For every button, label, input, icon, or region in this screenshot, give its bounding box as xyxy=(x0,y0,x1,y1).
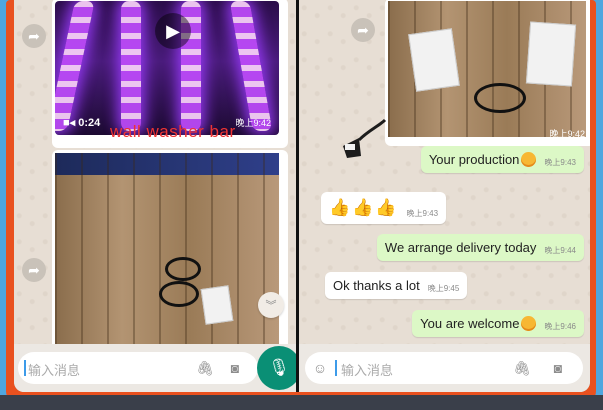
message-text: Ok thanks a lot xyxy=(333,278,420,293)
camera-icon[interactable]: ◙ xyxy=(226,359,244,377)
cable-sticker xyxy=(339,116,387,160)
video-duration: ■◂ 0:24 xyxy=(63,117,101,129)
message-time: 晚上9:44 xyxy=(544,246,576,255)
message-input-bar: 输入消息 🖇 ◙ 🎙 xyxy=(14,344,296,392)
camera-icon[interactable]: ◙ xyxy=(549,359,567,377)
message-text: 👍👍👍 xyxy=(329,198,399,217)
message-input-bar: ☺ 输入消息 🖇 ◙ 🎙 xyxy=(299,344,590,392)
forward-icon[interactable]: ➦ xyxy=(22,258,46,282)
message-time: 晚上9:45 xyxy=(427,284,460,293)
packaging-photo[interactable] xyxy=(388,1,586,137)
message-time: 晚上9:46 xyxy=(544,322,576,331)
message-time: 晚上9:43 xyxy=(406,209,439,218)
forward-icon[interactable]: ➦ xyxy=(351,18,375,42)
message-time: 晚上9:42 xyxy=(549,129,585,139)
double-chevron-down-icon[interactable]: ︾ xyxy=(258,292,284,318)
chat-message-outgoing: You are welcome 晚上9:46 xyxy=(412,310,584,337)
smiley-emoji-icon xyxy=(521,152,537,167)
message-text: You are welcome xyxy=(420,316,537,331)
microphone-icon[interactable]: 🎙 xyxy=(257,346,296,390)
message-input[interactable]: 输入消息 🖇 ◙ xyxy=(18,352,258,384)
right-chat-pane: ➦ 晚上9:42 Your production 晚上9:43 👍👍👍 晚上9:… xyxy=(299,0,590,392)
boxes-photo[interactable] xyxy=(55,153,279,347)
left-chat-pane: ➦ ➦ ▶ ■◂ 0:24 晚上9:42 wall washer bar ︾ 输… xyxy=(14,0,296,392)
bottom-bezel xyxy=(0,395,603,410)
video-camera-icon: ■◂ xyxy=(63,117,76,129)
chat-message-incoming: 👍👍👍 晚上9:43 xyxy=(321,192,447,224)
chat-message-outgoing: We arrange delivery today 晚上9:44 xyxy=(376,234,584,261)
video-thumbnail[interactable]: ▶ ■◂ 0:24 晚上9:42 xyxy=(55,1,279,135)
play-icon[interactable]: ▶ xyxy=(155,13,191,49)
message-text: We arrange delivery today xyxy=(384,240,537,255)
message-text: Your production xyxy=(429,152,537,167)
forward-icon[interactable]: ➦ xyxy=(22,24,46,48)
paperclip-icon[interactable]: 🖇 xyxy=(513,359,531,377)
chat-message-incoming: Ok thanks a lot 晚上9:45 xyxy=(325,272,468,299)
image-message[interactable]: 晚上9:42 xyxy=(385,0,590,146)
image-message[interactable] xyxy=(52,150,288,356)
overlay-label: wall washer bar xyxy=(110,122,236,141)
message-time: 晚上9:42 xyxy=(235,118,271,128)
smiley-emoji-icon xyxy=(521,316,537,331)
paperclip-icon[interactable]: 🖇 xyxy=(196,359,214,377)
message-input[interactable]: ☺ 输入消息 🖇 ◙ xyxy=(305,352,583,384)
message-time: 晚上9:43 xyxy=(544,158,576,167)
chat-message-outgoing: Your production 晚上9:43 xyxy=(420,146,584,173)
emoji-icon[interactable]: ☺ xyxy=(311,359,329,377)
chat-screenshots: ➦ ➦ ▶ ■◂ 0:24 晚上9:42 wall washer bar ︾ 输… xyxy=(14,0,590,392)
